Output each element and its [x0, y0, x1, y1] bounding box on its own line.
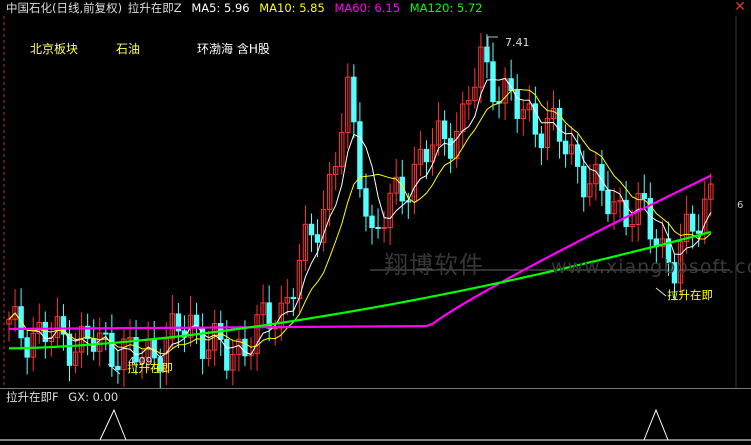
candle-body: [242, 338, 248, 357]
stock-title: 中国石化(日线,前复权): [6, 1, 123, 15]
ma120-value: MA120: 5.72: [409, 1, 483, 15]
candle-body: [696, 230, 702, 234]
candle-body: [375, 226, 381, 229]
candle-body: [109, 332, 115, 367]
candle-body: [556, 107, 563, 142]
watermark: 翔博软件 www.xiangbosoft.com: [384, 251, 751, 279]
signal-label-left: 拉升在即: [127, 361, 173, 375]
close-icon[interactable]: ✕: [733, 0, 747, 14]
candle-body: [538, 133, 545, 149]
candle-body: [115, 365, 121, 371]
tag-beijing: 北京板块: [30, 42, 79, 56]
signal-spike-left: [99, 408, 127, 441]
ma10-value: MA10: 5.85: [259, 1, 325, 15]
candle-body: [447, 138, 454, 159]
sub-panel-title: 拉升在即F: [6, 390, 59, 404]
candle-body: [381, 227, 387, 230]
candle-body: [103, 332, 109, 335]
candle-body: [18, 306, 24, 339]
candle-body: [605, 189, 611, 215]
sub-panel-header: 拉升在即F GX: 0.00: [6, 390, 118, 404]
tag-oil: 石油: [116, 42, 141, 56]
candle-body: [314, 234, 321, 243]
ma5-value: MA5: 5.96: [191, 1, 250, 15]
signal-arrow-right: [655, 287, 667, 297]
panel-divider: [0, 388, 751, 389]
ma60-value: MA60: 6.15: [334, 1, 401, 15]
tag-bohai: 环渤海 含H股: [197, 42, 270, 56]
candle-body: [351, 76, 357, 123]
gx-value: GX: 0.00: [68, 390, 119, 404]
high-price-label: 7.41: [505, 36, 530, 49]
candle-body: [581, 165, 587, 198]
candle-body: [151, 338, 157, 359]
candle-body: [562, 140, 569, 155]
candle-body: [369, 215, 375, 228]
candle-body: [290, 296, 297, 300]
candle-body: [441, 120, 448, 140]
signal-label-right: 拉升在即: [667, 288, 713, 302]
candle-body: [689, 213, 696, 232]
right-axis-price: 6: [737, 200, 744, 211]
candlestick-chart[interactable]: [0, 0, 751, 445]
candle-body: [308, 223, 315, 236]
candle-body: [423, 148, 430, 163]
chart-header: 中国石化(日线,前复权) 拉升在即Z MA5: 5.96 MA10: 5.85 …: [6, 0, 489, 16]
candle-body: [224, 338, 230, 371]
candle-body: [490, 61, 496, 103]
candle-body: [641, 193, 647, 200]
indicator-name: 拉升在即Z: [127, 1, 182, 15]
signal-spike-right: [643, 408, 669, 441]
candle-body: [363, 188, 369, 217]
